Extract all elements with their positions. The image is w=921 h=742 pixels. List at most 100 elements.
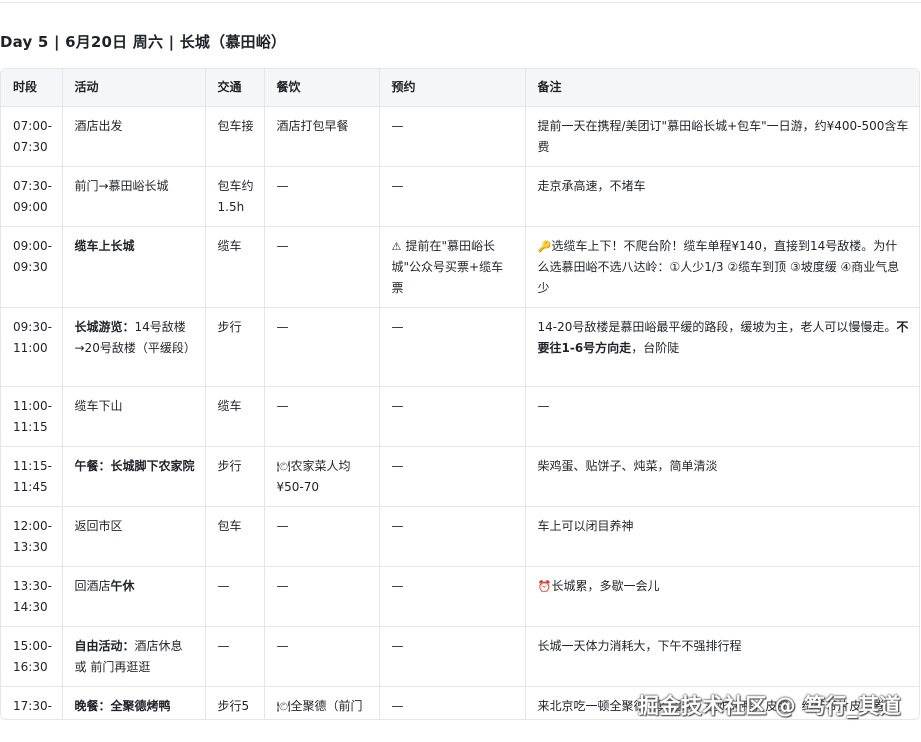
booking-cell: —	[379, 386, 526, 447]
table-row: 12:00-13:30 返回市区 包车 — — 车上可以闭目养神	[1, 506, 919, 567]
activity-text: 回酒店	[74, 579, 111, 593]
activity-cell: 前门→慕田峪长城	[62, 166, 206, 227]
column-header: 活动	[62, 69, 206, 107]
time-text: 07:00-07:30	[13, 119, 52, 154]
time-cell: 11:15-11:45	[1, 446, 63, 507]
watermark: 掘金技术社区 @ 笃行_其道	[637, 694, 901, 718]
transport-cell: 步行5分钟	[205, 686, 265, 719]
table-row: 09:30-11:00 长城游览：14号敌楼→20号敌楼（平缓段） 步行 — — 14-2…	[1, 307, 919, 387]
time-cell: 09:00-09:30	[1, 226, 63, 308]
notes-text: 柴鸡蛋、贴饼子、炖菜，简单清淡	[537, 459, 718, 473]
activity-cell: 晚餐：全聚德烤鸭	[62, 686, 206, 719]
time-text: 09:30-11:00	[13, 320, 52, 355]
booking-text: —	[391, 519, 404, 533]
time-cell: 15:00-16:30	[1, 626, 63, 687]
dining-cell: —	[264, 626, 380, 687]
dining-text: —	[276, 179, 289, 193]
table-row: 15:00-16:30 自由活动：酒店休息或 前门再逛逛 — — — 长城一天体力消耗大，…	[1, 626, 919, 687]
booking-text: —	[391, 399, 404, 413]
dining-text: —	[276, 320, 289, 334]
notes-text: 14-20号敌楼是慕田峪最平缓的路段，缓坡为主，老人可以慢慢走。	[537, 320, 897, 334]
notes-cell: ⏰长城累，多歇一会儿	[525, 566, 919, 627]
activity-text: 酒店出发	[74, 119, 123, 133]
transport-text: 步行	[217, 459, 242, 473]
day-title: Day 5 | 6月20日 周六 | 长城（慕田峪）	[0, 33, 287, 51]
table-row: 11:00-11:15 缆车下山 缆车 — — —	[1, 386, 919, 447]
activity-cell: 返回市区	[62, 506, 206, 567]
activity-cell: 缆车下山	[62, 386, 206, 447]
dining-cell: —	[264, 307, 380, 387]
time-text: 11:15-11:45	[13, 459, 52, 494]
activity-text: 长城游览：	[74, 320, 135, 334]
transport-text: 步行	[217, 320, 242, 334]
time-cell: 11:00-11:15	[1, 386, 63, 447]
dining-cell: —	[264, 166, 380, 227]
time-cell: 09:30-11:00	[1, 307, 63, 387]
dining-text: —	[276, 239, 289, 253]
column-header: 餐饮	[264, 69, 380, 107]
transport-text: 包车接	[217, 119, 254, 133]
activity-text: 晚餐：全聚德烤鸭	[74, 699, 171, 713]
activity-text: 午餐：长城脚下农家院	[74, 459, 195, 473]
notes-text: —	[537, 399, 550, 413]
booking-cell: —	[379, 506, 526, 567]
time-cell: 12:00-13:30	[1, 506, 63, 567]
notes-text: 选缆车上下！不爬台阶！缆车单程¥140，直接到14号敌楼。为什么选慕田峪不选八达…	[537, 239, 900, 295]
warning-icon: ⚠	[391, 240, 402, 253]
transport-text: —	[217, 579, 230, 593]
alarm-clock-icon: ⏰	[537, 580, 552, 593]
transport-cell: 缆车	[205, 226, 265, 308]
notes-cell: 长城一天体力消耗大，下午不强排行程	[525, 626, 919, 687]
activity-text: 缆车下山	[74, 399, 123, 413]
transport-cell: 包车	[205, 506, 265, 567]
activity-cell: 自由活动：酒店休息或 前门再逛逛	[62, 626, 206, 687]
time-cell: 07:30-09:00	[1, 166, 63, 227]
activity-text: 返回市区	[74, 519, 123, 533]
booking-cell: —	[379, 106, 526, 167]
notes-cell: 走京承高速，不堵车	[525, 166, 919, 227]
activity-cell: 午餐：长城脚下农家院	[62, 446, 206, 507]
transport-cell: 包车接	[205, 106, 265, 167]
transport-cell: 缆车	[205, 386, 265, 447]
column-header: 备注	[525, 69, 919, 107]
transport-text: 包车约1.5h	[217, 179, 254, 214]
time-text: 07:30-09:00	[13, 179, 52, 214]
booking-cell: —	[379, 446, 526, 507]
activity-text: 午休	[110, 579, 135, 593]
booking-cell: —	[379, 566, 526, 627]
table-row: 11:15-11:45 午餐：长城脚下农家院 步行 🍽农家菜人均¥50-70 — 柴鸡蛋、…	[1, 446, 919, 507]
dining-text: —	[276, 519, 289, 533]
time-text: 11:00-11:15	[13, 399, 52, 434]
itinerary-table-container: 时段 活动 交通 餐饮 预约 备注 07:00-07:30 酒店出发 包车接 酒店打包…	[0, 68, 920, 720]
transport-cell: 步行	[205, 307, 265, 387]
table-header-row: 时段 活动 交通 餐饮 预约 备注	[1, 69, 919, 107]
booking-cell: —	[379, 626, 526, 687]
booking-text: —	[391, 639, 404, 653]
notes-cell: 🔑选缆车上下！不爬台阶！缆车单程¥140，直接到14号敌楼。为什么选慕田峪不选八…	[525, 226, 919, 308]
activity-cell: 酒店出发	[62, 106, 206, 167]
transport-cell: —	[205, 626, 265, 687]
column-header: 预约	[379, 69, 526, 107]
table-row: 13:30-14:30 回酒店午休 — — — ⏰长城累，多歇一会儿	[1, 566, 919, 627]
notes-cell: 车上可以闭目养神	[525, 506, 919, 567]
notes-text: 走京承高速，不堵车	[537, 179, 646, 193]
dining-cell: 🍽农家菜人均¥50-70	[264, 446, 380, 507]
time-text: 13:30-14:30	[13, 579, 52, 614]
transport-cell: 包车约1.5h	[205, 166, 265, 227]
activity-text: 前门→慕田峪长城	[74, 179, 169, 193]
time-cell: 13:30-14:30	[1, 566, 63, 627]
dining-cell: 🍽全聚德（前门店）人均¥150	[264, 686, 380, 719]
notes-cell: 提前一天在携程/美团订"慕田峪长城+包车"一日游，约¥400-500含车费	[525, 106, 919, 167]
notes-cell: 柴鸡蛋、贴饼子、炖菜，简单清淡	[525, 446, 919, 507]
notes-text: 长城累，多歇一会儿	[551, 579, 660, 593]
transport-text: 包车	[217, 519, 242, 533]
dining-cell: —	[264, 386, 380, 447]
dining-cell: —	[264, 566, 380, 627]
transport-cell: —	[205, 566, 265, 627]
table-row: 07:30-09:00 前门→慕田峪长城 包车约1.5h — — 走京承高速，不堵车	[1, 166, 919, 227]
transport-text: 缆车	[217, 399, 242, 413]
dining-text: 酒店打包早餐	[276, 119, 349, 133]
dining-cell: —	[264, 226, 380, 308]
booking-text: —	[391, 579, 404, 593]
booking-text: —	[391, 459, 404, 473]
